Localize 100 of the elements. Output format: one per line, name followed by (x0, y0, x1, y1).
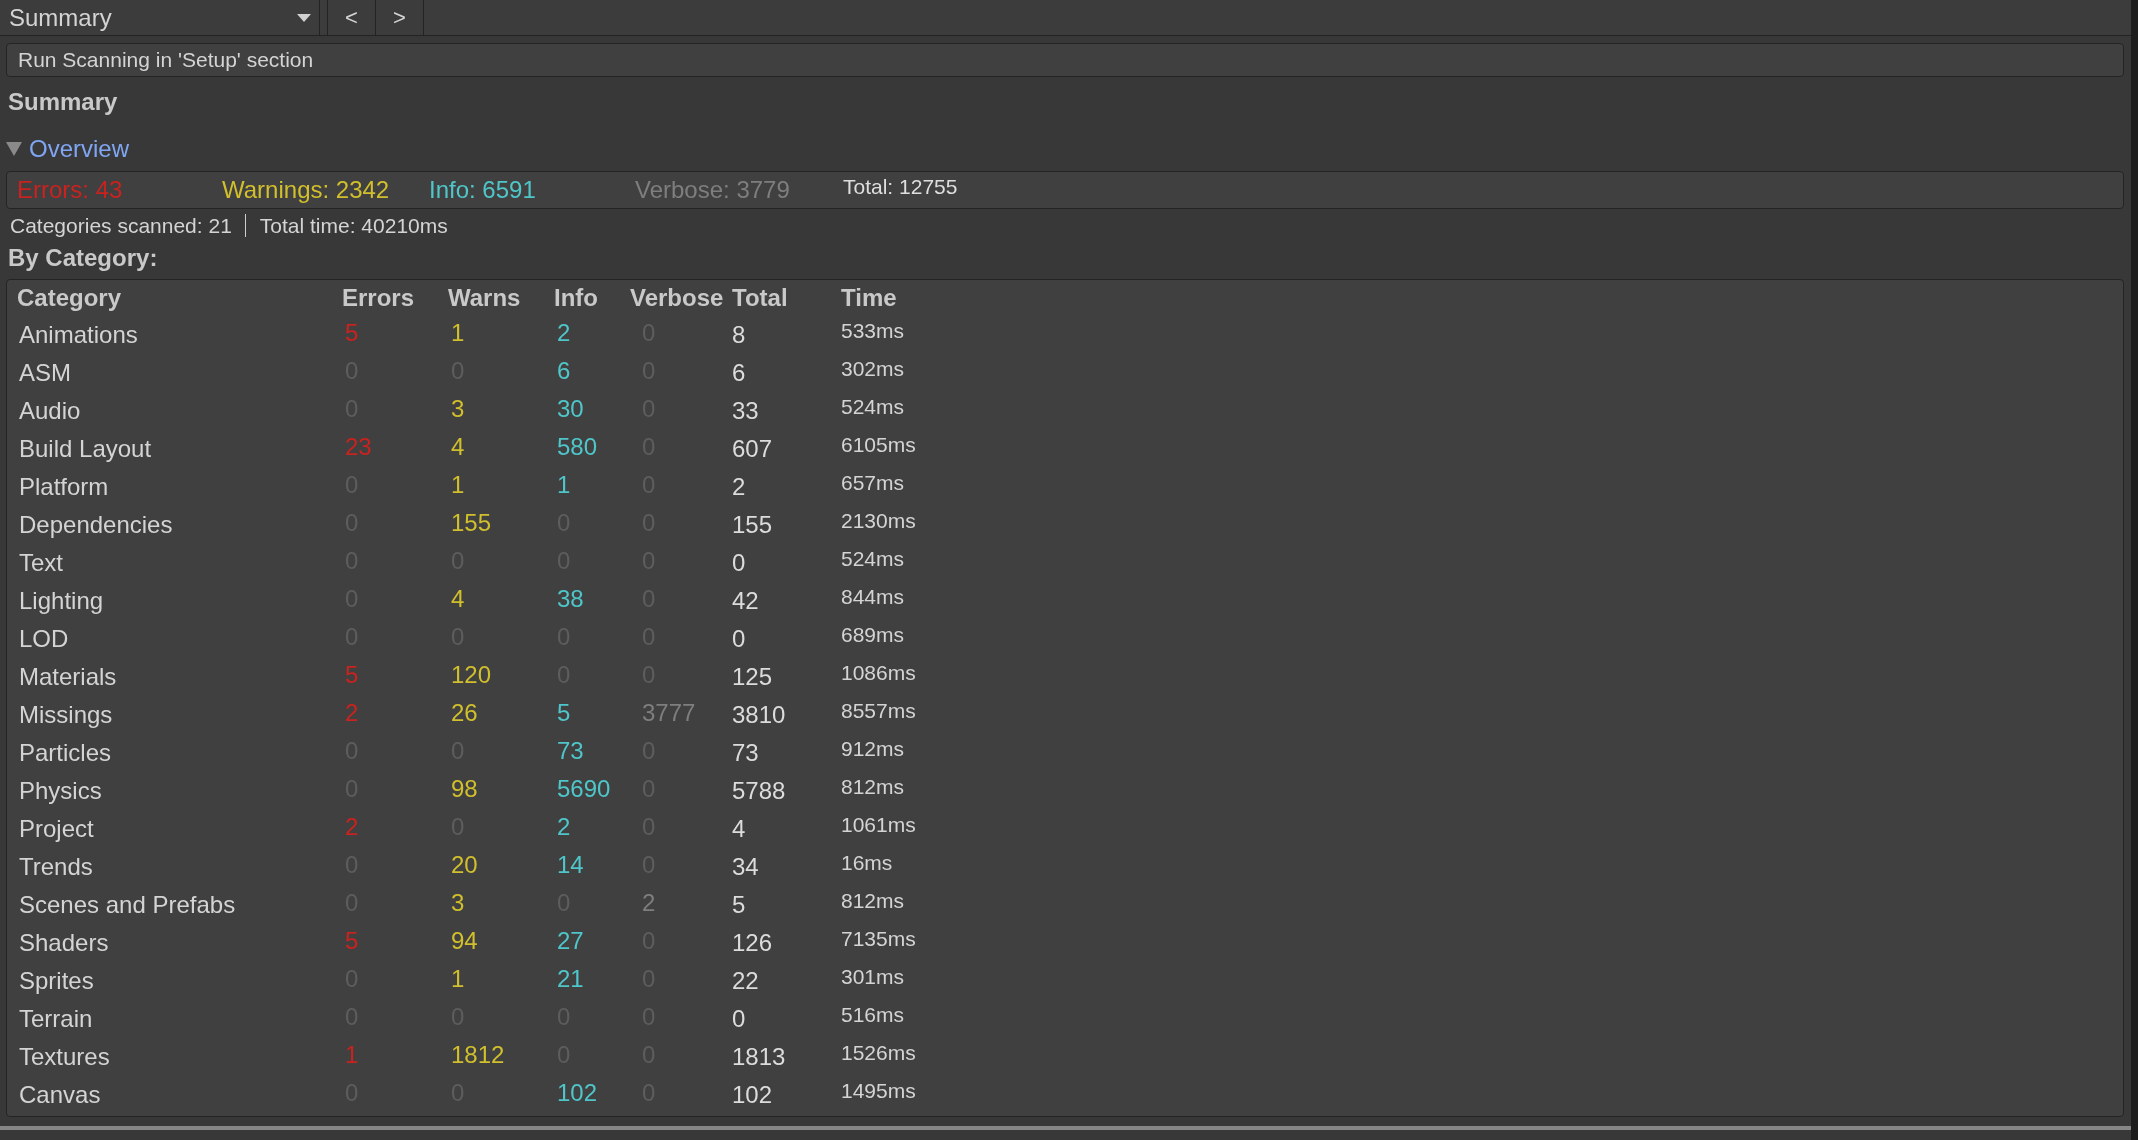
info-count: 2 (556, 318, 571, 348)
total-count: 126 (732, 929, 773, 957)
category-name: Sprites (18, 967, 94, 995)
category-name: Build Layout (18, 435, 152, 463)
warning-count: 120 (450, 660, 492, 690)
total-count: 34 (732, 853, 759, 881)
warning-count: 94 (450, 926, 478, 956)
verbose-count: 3777 (641, 698, 696, 728)
view-dropdown[interactable]: Summary (0, 0, 320, 35)
error-count: 2 (344, 698, 359, 728)
total-count: 5 (732, 891, 746, 919)
warning-count: 3 (450, 888, 465, 918)
time-value: 516ms (841, 1003, 905, 1028)
verbose-total: Verbose: 3779 (635, 176, 790, 204)
warning-count: 20 (450, 850, 478, 880)
warning-count: 155 (450, 508, 492, 538)
total-count: 22 (732, 967, 759, 995)
category-name: Textures (18, 1043, 110, 1071)
warning-total: Warnings: 2342 (222, 176, 390, 204)
time-value: 533ms (841, 319, 905, 344)
category-name: LOD (18, 625, 69, 653)
category-name: Missings (18, 701, 113, 729)
time-value: 8557ms (841, 699, 916, 724)
error-count: 2 (344, 812, 359, 842)
category-name: Trends (18, 853, 93, 881)
info-total: Info: 6591 (429, 176, 536, 204)
category-name: Dependencies (18, 511, 173, 539)
error-count: 1 (344, 1040, 359, 1070)
info-count: 6 (556, 356, 571, 386)
time-value: 1086ms (841, 661, 916, 686)
time-value: 912ms (841, 737, 905, 762)
info-count: 30 (556, 394, 584, 424)
categories-count: Categories scanned: 21 (10, 213, 232, 238)
time-value: 1495ms (841, 1079, 916, 1104)
info-count: 5690 (556, 774, 611, 804)
column-header: Verbose (630, 284, 724, 312)
total-count: 0 (732, 1005, 746, 1033)
time-value: 812ms (841, 775, 905, 800)
error-count: 23 (344, 432, 372, 462)
overview-foldout[interactable]: Overview (6, 135, 134, 163)
warning-count: 3 (450, 394, 465, 424)
time-value: 657ms (841, 471, 905, 496)
total-count: 73 (732, 739, 759, 767)
info-count: 73 (556, 736, 584, 766)
category-name: Project (18, 815, 94, 843)
total-count: 3810 (732, 701, 786, 729)
info-count: 1 (556, 470, 571, 500)
warning-count: 4 (450, 432, 465, 462)
total-count: 1813 (732, 1043, 786, 1071)
category-name: Particles (18, 739, 112, 767)
info-count: 102 (556, 1078, 598, 1108)
caret-icon (297, 13, 311, 22)
category-name: Audio (18, 397, 81, 425)
verbose-count: 2 (641, 888, 656, 918)
warning-count: 1812 (450, 1040, 505, 1070)
time-value: 2130ms (841, 509, 916, 534)
warning-count: 26 (450, 698, 478, 728)
time-value: 1526ms (841, 1041, 916, 1066)
column-header: Info (554, 284, 598, 312)
column-header: Warns (448, 284, 521, 312)
time-value: 302ms (841, 357, 905, 382)
info-message: Run Scanning in 'Setup' section (6, 43, 2124, 77)
time-value: 844ms (841, 585, 905, 610)
category-name: Text (18, 549, 63, 577)
total-count: 42 (732, 587, 759, 615)
time-value: 524ms (841, 395, 905, 420)
total-count: 8 (732, 321, 746, 349)
total-count: 0 (732, 625, 746, 653)
total-count: 4 (732, 815, 746, 843)
time-value: 301ms (841, 965, 905, 990)
info-count: 580 (556, 432, 598, 462)
info-count: 5 (556, 698, 571, 728)
error-count: 5 (344, 926, 359, 956)
category-name: Scenes and Prefabs (18, 891, 236, 919)
time-value: 6105ms (841, 433, 916, 458)
total-count: 0 (732, 549, 746, 577)
warning-count: 1 (450, 318, 465, 348)
warning-count: 4 (450, 584, 465, 614)
total-time: Total time: 40210ms (259, 213, 448, 238)
warning-count: 1 (450, 470, 465, 500)
time-value: 689ms (841, 623, 905, 648)
section-heading: By Category: (8, 244, 158, 272)
info-count: 27 (556, 926, 584, 956)
total-count: 102 (732, 1081, 773, 1109)
info-count: 21 (556, 964, 584, 994)
error-count: 5 (344, 318, 359, 348)
category-name: Canvas (18, 1081, 101, 1109)
total-count: 125 (732, 663, 773, 691)
time-value: 524ms (841, 547, 905, 572)
category-name: Terrain (18, 1005, 93, 1033)
category-name: ASM (18, 359, 71, 387)
total-count: 2 (732, 473, 746, 501)
total-count: 607 (732, 435, 773, 463)
info-count: 2 (556, 812, 571, 842)
time-value: 16ms (841, 851, 893, 876)
total-count: 5788 (732, 777, 786, 805)
info-count: 38 (556, 584, 584, 614)
total-count: 155 (732, 511, 773, 539)
warning-count: 98 (450, 774, 478, 804)
category-name: Materials (18, 663, 117, 691)
